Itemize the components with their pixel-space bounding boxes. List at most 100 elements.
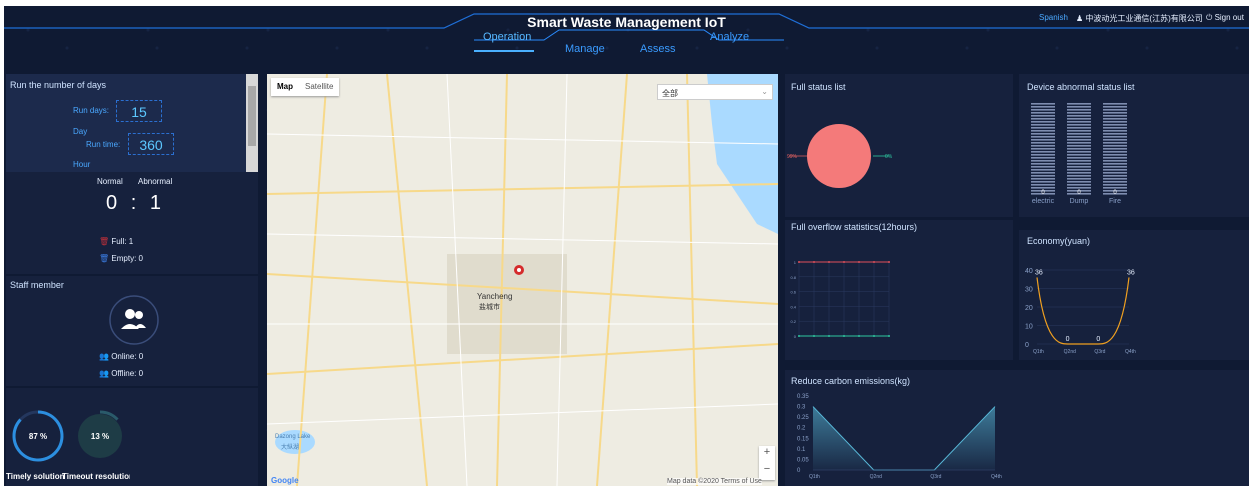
economy-line-chart: 40 30 20 10 0 36 Q1th 0 Q2nd 0 Q3rd 36 Q4th bbox=[1025, 268, 1136, 355]
dashboard: Smart Waste Management IoT Operation Ana… bbox=[4, 6, 1249, 486]
bar-stripe bbox=[1067, 124, 1091, 126]
device-abnormal-panel: Device abnormal status list 0 electric 0 Du… bbox=[1019, 74, 1249, 217]
series-point bbox=[843, 261, 845, 263]
bar-stripe bbox=[1031, 175, 1055, 177]
bar-stripe bbox=[1067, 109, 1091, 111]
zoom-in-button[interactable]: + bbox=[759, 446, 775, 463]
run-time-value: 360 bbox=[128, 133, 174, 155]
bar-stripe bbox=[1031, 166, 1055, 168]
bar-stripe bbox=[1031, 118, 1055, 120]
tab-assess[interactable]: Assess bbox=[640, 43, 675, 55]
x-tick-label: Q3rd bbox=[1094, 349, 1105, 355]
normal-label: Normal bbox=[97, 177, 123, 186]
online-user-icon: 👥 bbox=[99, 352, 109, 361]
overflow-panel: Full overflow statistics(12hours) 1 0.8 0.… bbox=[785, 220, 1013, 360]
y-tick-label: 0.8 bbox=[790, 275, 796, 280]
bar-stripe bbox=[1103, 154, 1127, 156]
staff-panel: Staff member 👥 Online: 0 👥 Offline: 0 bbox=[6, 276, 258, 386]
timely-gauge: 87 % bbox=[12, 410, 64, 462]
bar-stripe bbox=[1067, 106, 1091, 108]
bar-stripe bbox=[1103, 172, 1127, 174]
tab-satellite[interactable]: Satellite bbox=[299, 78, 339, 96]
map-view[interactable]: Map Satellite 全部 ⌄ Yancheng 盐城市 Dazong L… bbox=[267, 74, 778, 486]
bar-stripe bbox=[1067, 103, 1091, 105]
bar-stripe bbox=[1031, 130, 1055, 132]
bar-stripe bbox=[1031, 142, 1055, 144]
status-panel: Normal Abnormal 0 : 1 🗑 Full: 1 🗑 Empty:… bbox=[6, 172, 258, 274]
language-link[interactable]: Spanish bbox=[1039, 13, 1068, 22]
carbon-panel: Reduce carbon emissions(kg) 0.35 0.3 0.25 0… bbox=[785, 370, 1249, 486]
carbon-area-chart: 0.35 0.3 0.25 0.2 0.15 0.1 0.05 0 Q1th Q2nd Q3rd Q4… bbox=[797, 394, 1002, 480]
series-point bbox=[873, 261, 875, 263]
bar-stripe bbox=[1067, 121, 1091, 123]
timeout-gauge-value: 13 % bbox=[91, 432, 109, 441]
run-days-label: Run days: bbox=[73, 106, 110, 115]
y-tick-label: 0 bbox=[797, 468, 801, 474]
bar-stripe bbox=[1067, 163, 1091, 165]
bar-stripe bbox=[1103, 178, 1127, 180]
scrollbar[interactable] bbox=[246, 74, 258, 172]
status-counts: 0 : 1 bbox=[106, 192, 161, 215]
city-label-en: Yancheng bbox=[477, 292, 513, 301]
bar-stripe bbox=[1067, 118, 1091, 120]
run-time-label: Run time: bbox=[86, 140, 121, 149]
bar-stripe bbox=[1031, 160, 1055, 162]
bar-stripe bbox=[1067, 181, 1091, 183]
hour-label: Hour bbox=[73, 160, 91, 169]
tab-manage[interactable]: Manage bbox=[565, 43, 605, 55]
y-tick-label: 0.6 bbox=[790, 290, 796, 295]
timeout-label: Timeout resolution bbox=[62, 472, 130, 481]
bar-dump bbox=[1067, 103, 1091, 195]
y-tick-label: 0.1 bbox=[797, 447, 806, 453]
timely-gauge-value: 87 % bbox=[29, 432, 47, 441]
y-tick-label: 0.3 bbox=[797, 405, 806, 411]
map-canvas[interactable] bbox=[267, 74, 778, 486]
offline-count: 👥 Offline: 0 bbox=[99, 369, 143, 378]
full-status-panel: Full status list 99% 0% bbox=[785, 74, 1013, 217]
bar-stripe bbox=[1103, 106, 1127, 108]
bar-stripe bbox=[1067, 136, 1091, 138]
tab-analyze[interactable]: Analyze bbox=[710, 31, 749, 43]
data-label: 36 bbox=[1035, 269, 1043, 276]
bar-stripe bbox=[1067, 112, 1091, 114]
bar-stripe bbox=[1031, 163, 1055, 165]
bar-stripe bbox=[1031, 145, 1055, 147]
bar-stripe bbox=[1103, 136, 1127, 138]
bar-stripe bbox=[1103, 115, 1127, 117]
data-label: 36 bbox=[1127, 269, 1135, 276]
map-attribution[interactable]: Map data ©2020 Terms of Use bbox=[667, 478, 762, 485]
tab-operation[interactable]: Operation bbox=[483, 31, 531, 43]
bar-stripe bbox=[1103, 175, 1127, 177]
region-select[interactable]: 全部 ⌄ bbox=[657, 84, 773, 100]
bar-stripe bbox=[1103, 157, 1127, 159]
series-point bbox=[798, 335, 800, 337]
user-company[interactable]: ♟ 中波动光工业通信(江苏)有限公司 bbox=[1076, 13, 1203, 24]
series-point bbox=[888, 261, 890, 263]
series-point bbox=[873, 335, 875, 337]
y-tick-label: 0.15 bbox=[797, 436, 809, 442]
y-tick-label: 30 bbox=[1025, 287, 1033, 294]
bar-stripe bbox=[1067, 187, 1091, 189]
bar-stripe bbox=[1103, 145, 1127, 147]
bar-stripe bbox=[1067, 139, 1091, 141]
series-point bbox=[798, 261, 800, 263]
bar-stripe bbox=[1031, 115, 1055, 117]
tab-map[interactable]: Map bbox=[271, 78, 299, 96]
company-name: 中波动光工业通信(江苏)有限公司 bbox=[1085, 14, 1203, 23]
bar-stripe bbox=[1031, 181, 1055, 183]
lake-label-cn: 大纵湖 bbox=[281, 445, 300, 451]
y-tick-label: 20 bbox=[1025, 305, 1033, 312]
bar-stripe bbox=[1067, 154, 1091, 156]
bar-category-label: Fire bbox=[1109, 198, 1121, 205]
bar-stripe bbox=[1031, 112, 1055, 114]
bar-stripe bbox=[1067, 133, 1091, 135]
resolution-panel: 87 % 13 % Timely solution Timeout resolu… bbox=[6, 388, 258, 486]
bar-stripe bbox=[1067, 172, 1091, 174]
bar-stripe bbox=[1031, 178, 1055, 180]
bar-stripe bbox=[1103, 142, 1127, 144]
zoom-controls: + − bbox=[759, 446, 775, 480]
data-label: 0 bbox=[1096, 336, 1100, 343]
bar-stripe bbox=[1031, 133, 1055, 135]
signout-button[interactable]: ⏻ Sign out bbox=[1206, 13, 1244, 23]
scrollbar-thumb[interactable] bbox=[248, 86, 256, 146]
